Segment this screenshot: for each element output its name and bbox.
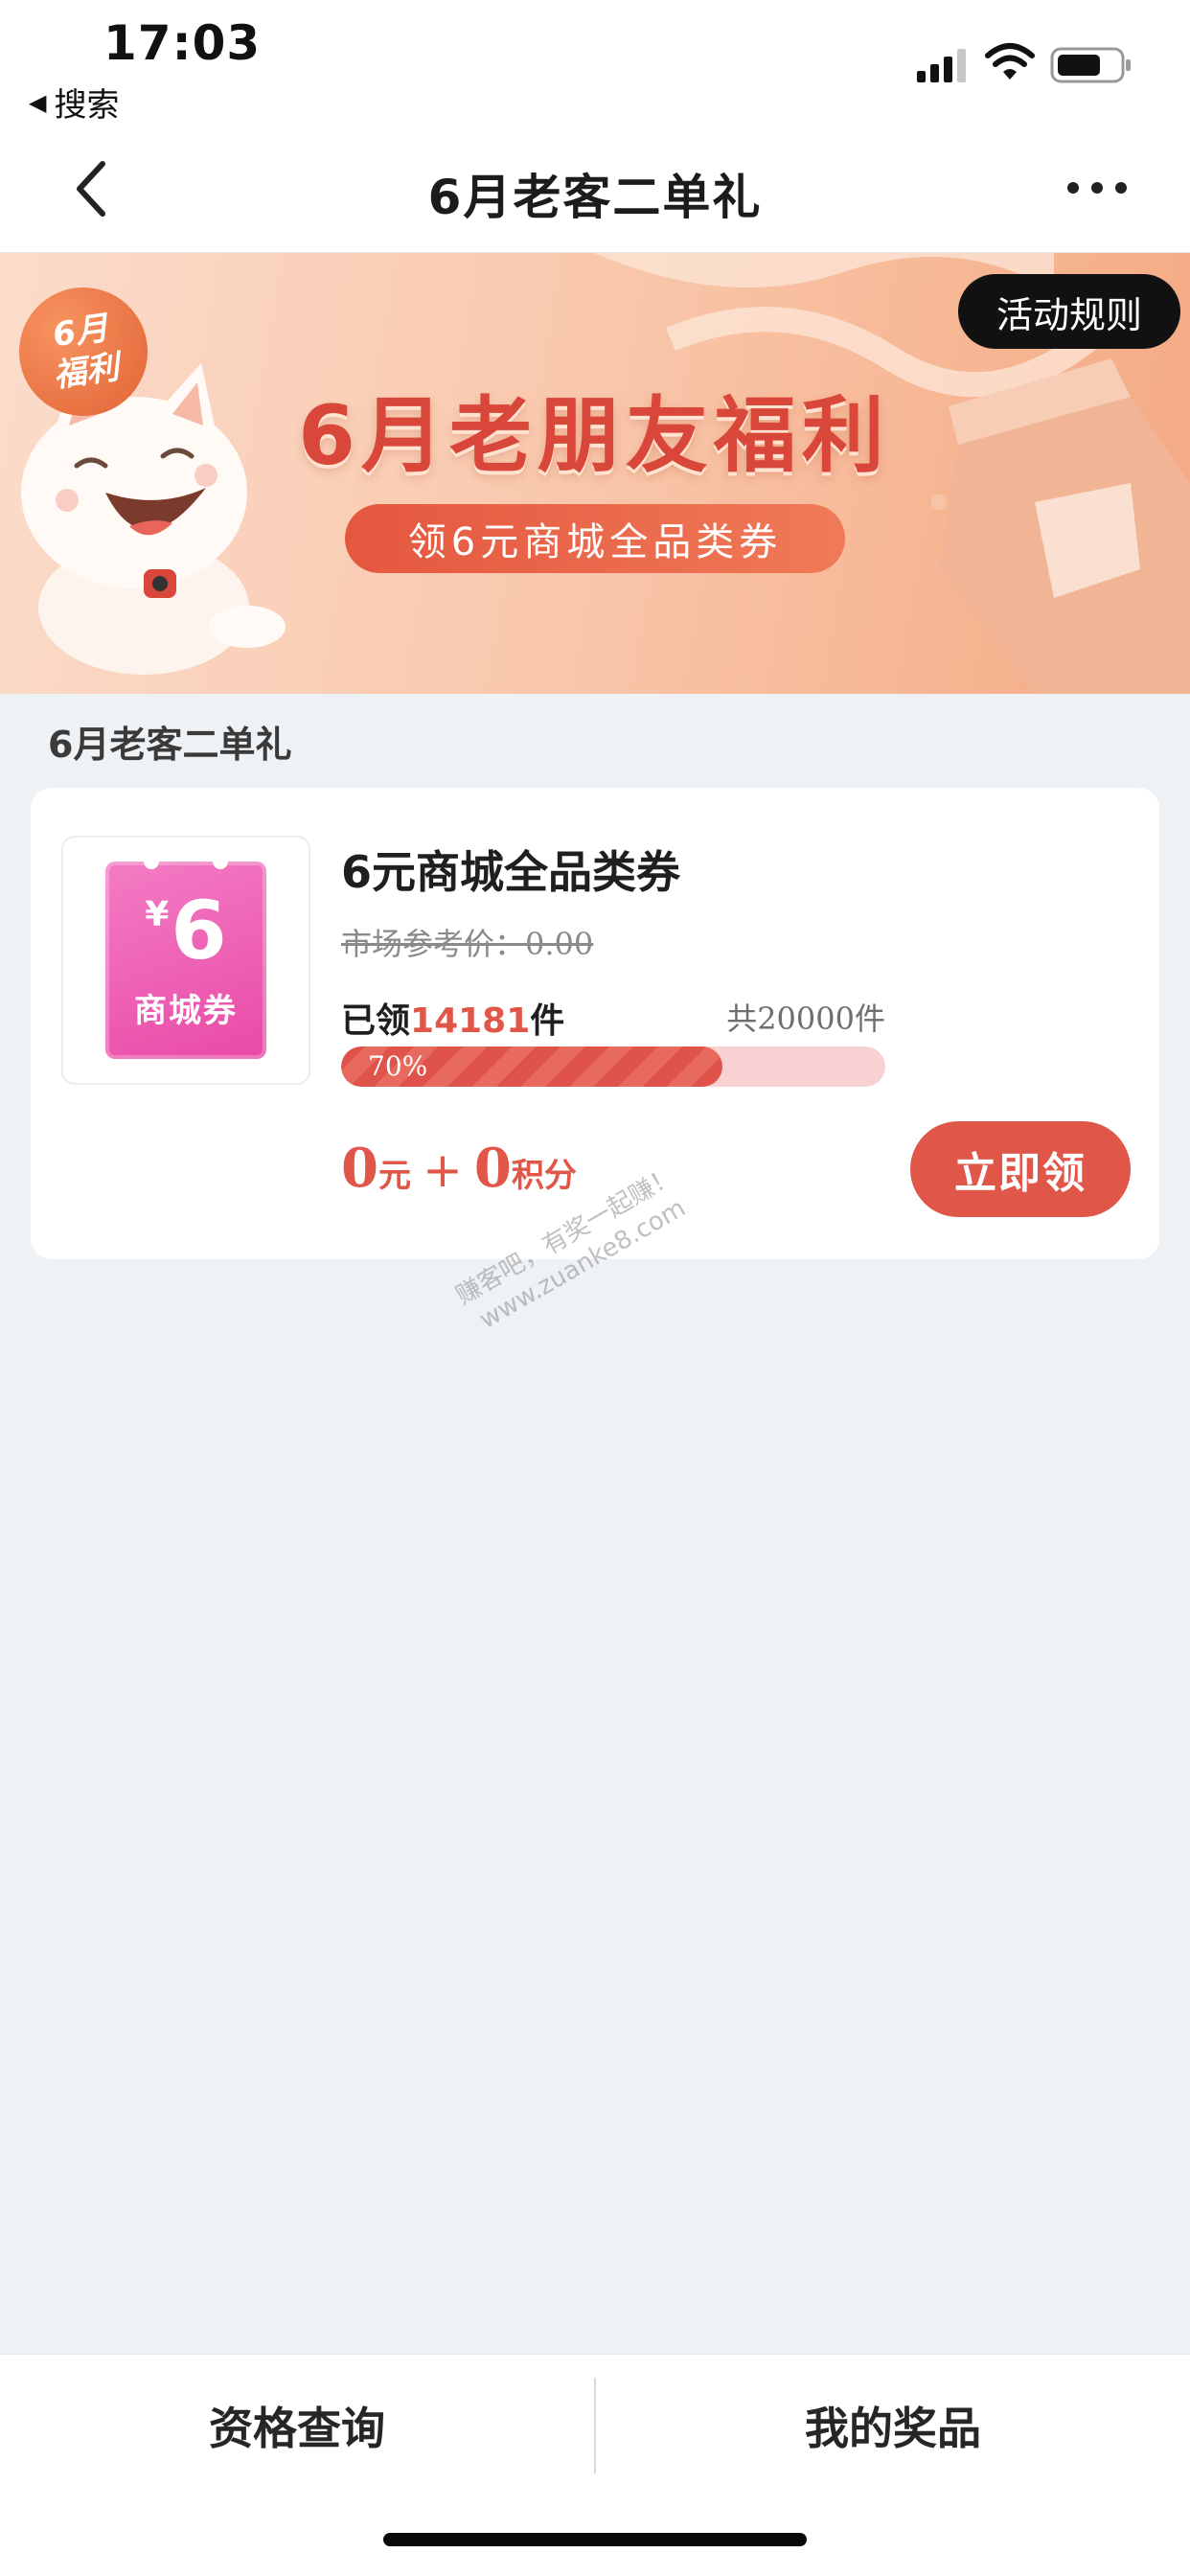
back-triangle-icon: ◀ <box>29 88 47 116</box>
more-button[interactable] <box>1054 159 1140 217</box>
price-points-unit: 积分 <box>511 1157 577 1195</box>
claimed-suffix: 件 <box>530 1001 565 1041</box>
banner-title: 6月老朋友福利 <box>298 388 890 484</box>
coupon-value: 6 <box>171 883 227 978</box>
promo-banner: 6月 福利 6月老朋友福利 领6元商城全品类券 活动规则 <box>0 253 1190 694</box>
wifi-icon <box>985 43 1035 80</box>
claimed-count: 14181 <box>410 1001 531 1041</box>
section-title: 6月老客二单礼 <box>48 724 292 766</box>
price-cash: 0 <box>341 1137 378 1200</box>
claim-progress-fill: 70% <box>341 1046 722 1087</box>
my-prizes-tab[interactable]: 我的奖品 <box>596 2378 1190 2473</box>
price-points: 0 <box>473 1137 512 1200</box>
home-indicator[interactable] <box>383 2533 807 2546</box>
navigation-bar: 6月老客二单礼 <box>0 125 1190 253</box>
product-name: 6元商城全品类券 <box>341 846 681 898</box>
eligibility-query-tab[interactable]: 资格查询 <box>0 2378 594 2473</box>
coupon-thumbnail: ¥ 6 商城券 <box>61 836 310 1085</box>
total-stock: 共20000件 <box>726 1000 885 1037</box>
claim-progress-bar: 70% <box>341 1046 885 1087</box>
price: 0 元 + 0 积分 <box>341 1137 577 1200</box>
market-price: 市场参考价：0.00 <box>341 926 594 962</box>
cellular-signal-icon <box>917 49 966 82</box>
page-title: 6月老客二单礼 <box>427 170 763 225</box>
badge-line-2: 福利 <box>51 348 122 396</box>
status-time: 17:03 <box>103 15 262 71</box>
coupon-label: 商城券 <box>134 991 238 1030</box>
status-bar: 17:03 ◀ 搜索 <box>0 0 1190 125</box>
coupon-card: ¥ 6 商城券 6元商城全品类券 市场参考价：0.00 已领14181件 共20… <box>31 788 1159 1259</box>
battery-icon <box>1050 47 1131 83</box>
return-app-label: 搜索 <box>54 86 120 125</box>
activity-rules-button[interactable]: 活动规则 <box>958 274 1180 349</box>
return-to-app-link[interactable]: ◀ 搜索 <box>29 79 119 126</box>
price-plus: + <box>422 1142 463 1198</box>
coupon-currency: ¥ <box>145 894 170 934</box>
claimed-prefix: 已领 <box>341 1001 411 1041</box>
banner-subtitle: 领6元商城全品类券 <box>345 504 845 573</box>
more-dots-icon <box>1067 182 1127 194</box>
bottom-tab-bar: 资格查询 我的奖品 <box>0 2354 1190 2576</box>
price-cash-unit: 元 <box>378 1157 411 1195</box>
coupon-ticket-image: ¥ 6 商城券 <box>105 854 266 1059</box>
claimed-status: 已领14181件 <box>341 993 564 1043</box>
claim-now-button[interactable]: 立即领 <box>910 1121 1131 1217</box>
